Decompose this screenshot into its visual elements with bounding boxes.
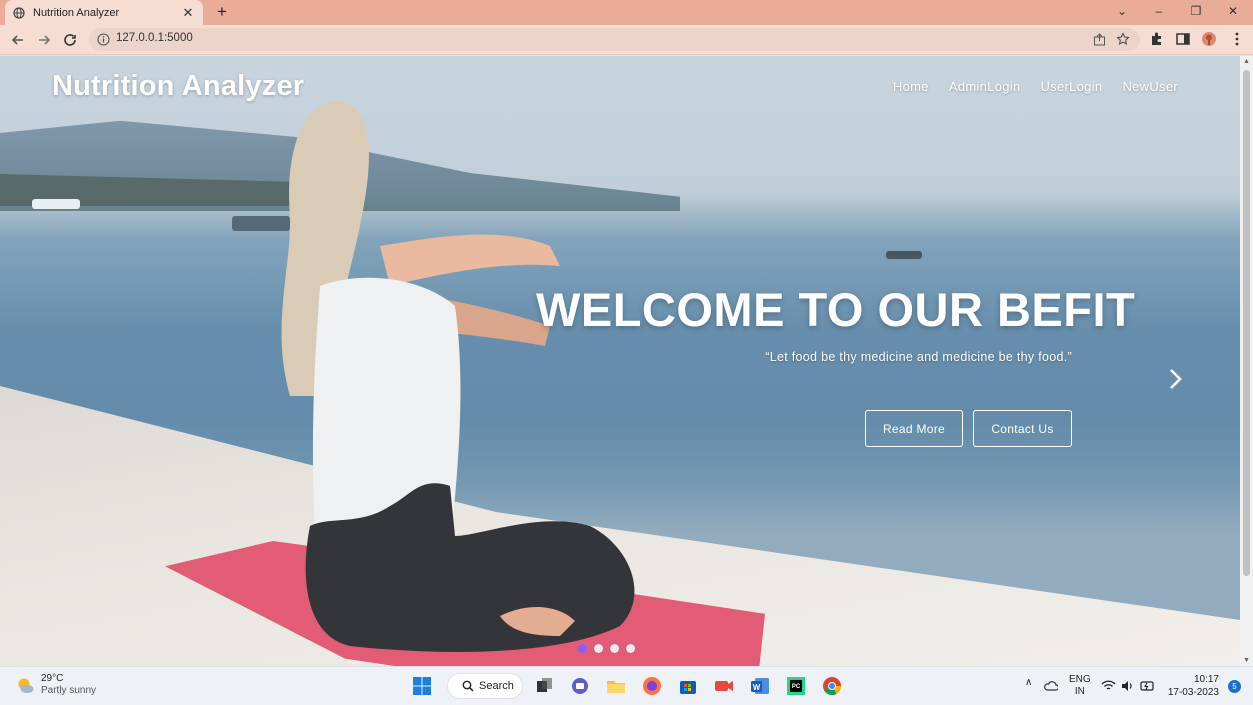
profile-avatar-icon[interactable] bbox=[1201, 31, 1217, 47]
svg-text:PC: PC bbox=[792, 684, 801, 690]
nav-home[interactable]: Home bbox=[893, 79, 929, 94]
show-hidden-icons-chevron-icon[interactable]: ∧ bbox=[1025, 677, 1032, 688]
scroll-up-arrow-icon[interactable]: ▲ bbox=[1240, 58, 1253, 65]
file-explorer-icon[interactable] bbox=[605, 675, 627, 697]
tab-search-chevron-icon[interactable]: ⌄ bbox=[1104, 0, 1140, 22]
wifi-icon[interactable] bbox=[1101, 680, 1116, 692]
onedrive-cloud-icon[interactable] bbox=[1043, 680, 1058, 691]
forward-arrow-icon[interactable] bbox=[34, 30, 54, 50]
brand-logo[interactable]: Nutrition Analyzer bbox=[52, 70, 304, 103]
carousel-dot[interactable] bbox=[578, 644, 587, 653]
weather-widget[interactable]: 29°C Partly sunny bbox=[15, 673, 96, 697]
partly-sunny-icon bbox=[18, 678, 34, 693]
read-more-button[interactable]: Read More bbox=[865, 410, 963, 447]
video-recorder-icon[interactable] bbox=[713, 675, 735, 697]
region-code: IN bbox=[1074, 686, 1085, 697]
site-info-icon[interactable] bbox=[97, 33, 110, 46]
tab-title: Nutrition Analyzer bbox=[33, 6, 120, 19]
taskbar-search[interactable]: Search bbox=[447, 673, 523, 699]
carousel-dot[interactable] bbox=[610, 644, 619, 653]
top-navigation: Home AdminLogin UserLogin NewUser bbox=[893, 79, 1178, 94]
minimize-icon[interactable]: – bbox=[1141, 0, 1177, 22]
share-icon[interactable] bbox=[1093, 33, 1106, 46]
search-label: Search bbox=[479, 680, 514, 692]
url-text[interactable]: 127.0.0.1:5000 bbox=[116, 32, 193, 44]
weather-temp: 29°C bbox=[41, 673, 64, 684]
contact-us-button[interactable]: Contact Us bbox=[973, 410, 1072, 447]
clock-date: 17-03-2023 bbox=[1167, 687, 1219, 698]
carousel-indicators bbox=[578, 644, 635, 653]
carousel-next-chevron-icon[interactable] bbox=[1164, 366, 1186, 392]
weather-text: 29°C Partly sunny bbox=[41, 673, 96, 697]
battery-charging-icon[interactable] bbox=[1140, 680, 1155, 692]
carousel-dot[interactable] bbox=[626, 644, 635, 653]
side-panel-icon[interactable] bbox=[1175, 31, 1191, 47]
browser-toolbar: 127.0.0.1:5000 bbox=[0, 25, 1253, 55]
microsoft-store-icon[interactable] bbox=[677, 675, 699, 697]
bookmark-star-icon[interactable] bbox=[1116, 32, 1130, 46]
browser-tab[interactable]: Nutrition Analyzer ✕ bbox=[5, 0, 203, 25]
system-clock[interactable]: 10:17 17-03-2023 bbox=[1168, 673, 1219, 699]
notification-badge[interactable]: 5 bbox=[1228, 680, 1241, 693]
search-icon bbox=[462, 680, 474, 692]
close-window-icon[interactable]: ✕ bbox=[1215, 0, 1251, 22]
clock-time: 10:17 bbox=[1193, 674, 1219, 685]
scroll-down-arrow-icon[interactable]: ▼ bbox=[1240, 657, 1253, 664]
page-scrollbar[interactable]: ▲ ▼ bbox=[1240, 56, 1253, 666]
weather-condition: Partly sunny bbox=[41, 685, 97, 696]
pycharm-icon[interactable]: PC bbox=[785, 675, 807, 697]
word-icon[interactable]: W bbox=[749, 675, 771, 697]
nav-admin-login[interactable]: AdminLogin bbox=[949, 79, 1021, 94]
extensions-puzzle-icon[interactable] bbox=[1149, 31, 1165, 47]
reload-icon[interactable] bbox=[60, 30, 80, 50]
address-bar[interactable]: 127.0.0.1:5000 bbox=[89, 28, 1140, 51]
language-code: ENG bbox=[1069, 674, 1091, 685]
hero-quote: “Let food be thy medicine and medicine b… bbox=[765, 350, 1072, 364]
windows-taskbar: 29°C Partly sunny Search W PC ∧ ENG IN 1… bbox=[0, 666, 1253, 705]
close-tab-icon[interactable]: ✕ bbox=[181, 5, 195, 21]
carousel-dot[interactable] bbox=[594, 644, 603, 653]
windows-start-icon[interactable] bbox=[411, 675, 433, 697]
task-view-icon[interactable] bbox=[533, 675, 555, 697]
back-arrow-icon[interactable] bbox=[8, 30, 28, 50]
browser-menu-icon[interactable] bbox=[1229, 31, 1245, 47]
nav-user-login[interactable]: UserLogin bbox=[1040, 79, 1102, 94]
new-tab-button[interactable]: + bbox=[212, 2, 232, 22]
restore-icon[interactable]: ❐ bbox=[1178, 0, 1214, 22]
page-viewport: Nutrition Analyzer Home AdminLogin UserL… bbox=[0, 56, 1240, 666]
scrollbar-thumb[interactable] bbox=[1243, 70, 1250, 576]
chrome-icon[interactable] bbox=[821, 675, 843, 697]
globe-icon bbox=[13, 6, 25, 19]
svg-text:W: W bbox=[753, 683, 761, 692]
volume-icon[interactable] bbox=[1121, 680, 1134, 692]
hero-title: WELCOME TO OUR BEFIT bbox=[536, 283, 1136, 336]
language-indicator[interactable]: ENG IN bbox=[1069, 674, 1091, 698]
browser-tab-strip: Nutrition Analyzer ✕ + ⌄ – ❐ ✕ bbox=[0, 0, 1253, 25]
firefox-icon[interactable] bbox=[641, 675, 663, 697]
nav-new-user[interactable]: NewUser bbox=[1122, 79, 1178, 94]
teams-chat-icon[interactable] bbox=[569, 675, 591, 697]
